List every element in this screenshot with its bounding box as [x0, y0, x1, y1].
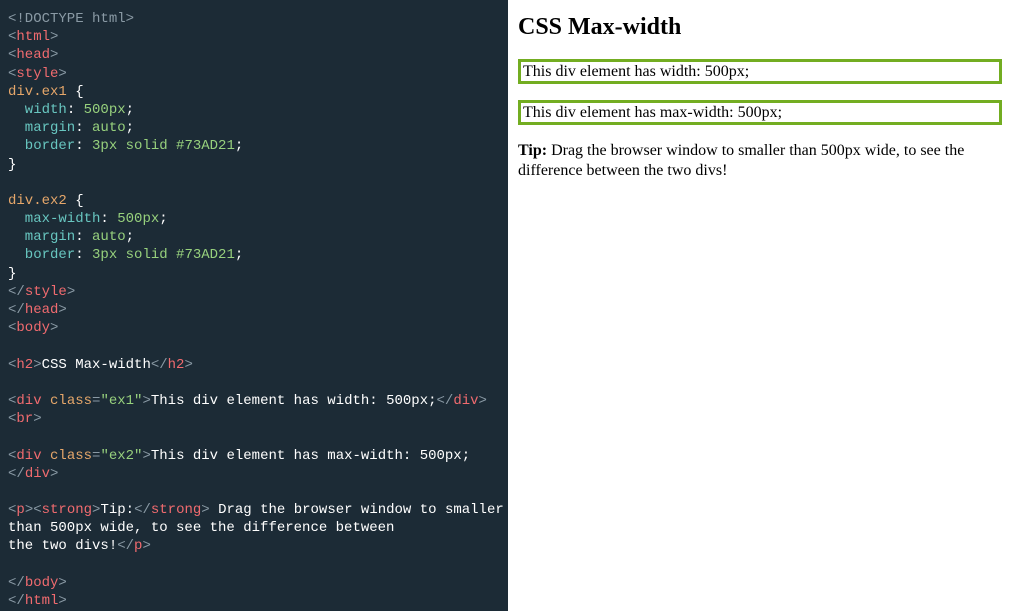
- code-line[interactable]: </style>: [8, 283, 500, 301]
- code-line[interactable]: <br>: [8, 410, 500, 428]
- code-line[interactable]: <style>: [8, 65, 500, 83]
- code-line[interactable]: div.ex2 {: [8, 192, 500, 210]
- preview-div-ex1: This div element has width: 500px;: [518, 59, 1002, 84]
- code-line[interactable]: [8, 174, 500, 192]
- code-line[interactable]: <!DOCTYPE html>: [8, 10, 500, 28]
- code-line[interactable]: </html>: [8, 592, 500, 610]
- code-line[interactable]: <html>: [8, 28, 500, 46]
- code-line[interactable]: [8, 337, 500, 355]
- code-line[interactable]: width: 500px;: [8, 101, 500, 119]
- code-line[interactable]: [8, 428, 500, 446]
- code-line[interactable]: margin: auto;: [8, 228, 500, 246]
- code-line[interactable]: </body>: [8, 574, 500, 592]
- code-line[interactable]: <h2>CSS Max-width</h2>: [8, 356, 500, 374]
- preview-div-ex2: This div element has max-width: 500px;: [518, 100, 1002, 125]
- code-editor-panel[interactable]: <!DOCTYPE html><html><head><style>div.ex…: [0, 0, 508, 611]
- code-line[interactable]: <p><strong>Tip:</strong> Drag the browse…: [8, 501, 500, 519]
- preview-tip-paragraph: Tip: Drag the browser window to smaller …: [518, 141, 1007, 181]
- code-line[interactable]: <body>: [8, 319, 500, 337]
- code-content[interactable]: <!DOCTYPE html><html><head><style>div.ex…: [8, 10, 500, 610]
- code-line[interactable]: }: [8, 156, 500, 174]
- code-line[interactable]: [8, 483, 500, 501]
- code-line[interactable]: border: 3px solid #73AD21;: [8, 137, 500, 155]
- code-line[interactable]: than 500px wide, to see the difference b…: [8, 519, 500, 537]
- code-line[interactable]: margin: auto;: [8, 119, 500, 137]
- code-line[interactable]: <div class="ex1">This div element has wi…: [8, 392, 500, 410]
- code-line[interactable]: max-width: 500px;: [8, 210, 500, 228]
- code-line[interactable]: <head>: [8, 46, 500, 64]
- code-line[interactable]: the two divs!</p>: [8, 537, 500, 555]
- code-line[interactable]: }: [8, 265, 500, 283]
- code-line[interactable]: border: 3px solid #73AD21;: [8, 246, 500, 264]
- code-line[interactable]: [8, 374, 500, 392]
- code-line[interactable]: [8, 556, 500, 574]
- code-line[interactable]: div.ex1 {: [8, 83, 500, 101]
- preview-heading: CSS Max-width: [518, 14, 1007, 41]
- tip-label: Tip:: [518, 142, 547, 159]
- code-line[interactable]: <div class="ex2">This div element has ma…: [8, 447, 500, 465]
- preview-panel: CSS Max-width This div element has width…: [508, 0, 1017, 611]
- code-line[interactable]: </head>: [8, 301, 500, 319]
- tip-text: Drag the browser window to smaller than …: [518, 142, 964, 179]
- code-line[interactable]: </div>: [8, 465, 500, 483]
